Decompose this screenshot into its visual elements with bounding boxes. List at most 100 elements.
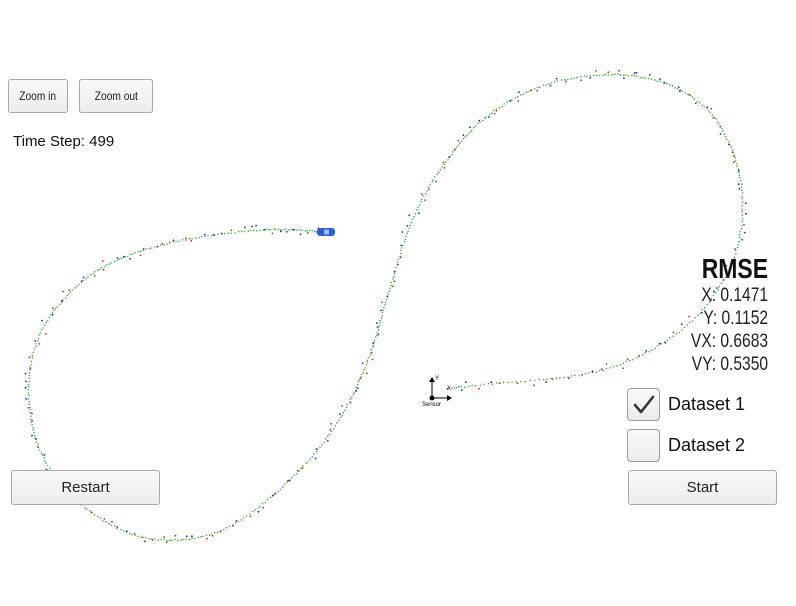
ground-truth-point <box>205 534 208 537</box>
ground-truth-point <box>364 367 367 369</box>
ground-truth-point <box>468 385 470 388</box>
ground-truth-point <box>185 239 187 241</box>
ground-truth-point <box>53 309 55 312</box>
ground-truth-point <box>607 74 610 76</box>
ground-truth-point <box>735 163 738 165</box>
lidar-measurement <box>371 352 373 354</box>
ground-truth-point <box>242 517 245 519</box>
ground-truth-point <box>341 414 344 417</box>
ground-truth-point <box>654 79 656 81</box>
radar-measurement <box>509 99 511 102</box>
restart-button[interactable]: Restart <box>11 470 160 505</box>
ground-truth-point <box>282 229 285 231</box>
ground-truth-point <box>738 174 741 176</box>
ground-truth-point <box>422 194 425 197</box>
zoom-out-button[interactable]: Zoom out <box>79 79 153 113</box>
lidar-measurement <box>211 535 214 537</box>
ground-truth-point <box>29 366 31 368</box>
start-button[interactable]: Start <box>628 470 777 505</box>
ground-truth-point <box>498 106 501 109</box>
radar-measurement <box>545 381 548 383</box>
radar-measurement <box>25 380 27 383</box>
ground-truth-point <box>479 384 482 387</box>
radar-measurement <box>191 535 193 538</box>
ground-truth-point <box>461 140 463 143</box>
ground-truth-point <box>559 377 561 379</box>
lidar-measurement <box>442 161 445 164</box>
ground-truth-point <box>567 78 569 81</box>
ground-truth-point <box>330 430 333 433</box>
ground-truth-point <box>739 179 742 182</box>
ground-truth-point <box>252 229 255 232</box>
dataset-2-checkbox[interactable] <box>627 429 660 462</box>
ground-truth-point <box>390 284 392 287</box>
ground-truth-point <box>298 470 301 473</box>
ground-truth-point <box>471 129 473 131</box>
ground-truth-point <box>240 519 243 521</box>
ground-truth-point <box>160 538 162 541</box>
ground-truth-point <box>605 367 608 370</box>
ground-truth-point <box>31 357 34 359</box>
lidar-measurement <box>734 248 736 250</box>
ground-truth-point <box>35 345 37 348</box>
ground-truth-point <box>555 377 558 380</box>
ground-truth-point <box>467 132 470 135</box>
ground-truth-point <box>223 232 226 235</box>
ground-truth-point <box>738 240 740 243</box>
ground-truth-point <box>405 235 407 238</box>
ground-truth-point <box>707 110 710 112</box>
ground-truth-point <box>269 229 272 231</box>
radar-measurement <box>663 81 666 84</box>
radar-measurement <box>490 381 493 384</box>
ground-truth-point <box>451 151 454 153</box>
ground-truth-point <box>208 534 211 536</box>
ground-truth-point <box>319 446 321 449</box>
ground-truth-point <box>309 229 311 232</box>
ground-truth-point <box>110 524 113 527</box>
ground-truth-point <box>740 183 743 185</box>
radar-measurement <box>82 276 85 279</box>
zoom-in-button[interactable]: Zoom in <box>8 79 68 113</box>
ground-truth-point <box>742 201 744 203</box>
lidar-measurement <box>190 239 193 242</box>
lidar-measurement <box>271 232 274 235</box>
ground-truth-point <box>279 488 282 491</box>
zoom-in-label: Zoom in <box>19 89 57 103</box>
ground-truth-point <box>225 526 228 529</box>
ground-truth-point <box>668 337 671 339</box>
ground-truth-point <box>245 515 248 517</box>
dataset-1-option[interactable]: Dataset 1 <box>627 388 745 421</box>
lidar-measurement <box>600 368 603 371</box>
ground-truth-point <box>564 78 566 81</box>
ground-truth-point <box>311 229 314 232</box>
ground-truth-point <box>295 472 298 475</box>
ground-truth-point <box>550 82 553 84</box>
ground-truth-point <box>650 78 653 81</box>
ground-truth-point <box>691 96 694 98</box>
ground-truth-point <box>472 126 475 129</box>
ground-truth-point <box>102 519 104 522</box>
ground-truth-point <box>522 93 525 95</box>
ground-truth-point <box>642 354 644 356</box>
lidar-measurement <box>393 280 396 283</box>
dataset-1-checkbox[interactable] <box>627 388 660 421</box>
ground-truth-point <box>88 510 91 512</box>
ground-truth-point <box>511 381 513 383</box>
ground-truth-point <box>76 285 78 288</box>
ground-truth-point <box>740 228 743 230</box>
simulator-viewport: Zoom in Zoom out Time Step: 499 RMSE X: … <box>0 0 796 606</box>
ground-truth-point <box>35 343 37 345</box>
dataset-2-option[interactable]: Dataset 2 <box>627 429 745 462</box>
ground-truth-point <box>45 321 47 324</box>
ground-truth-point <box>32 429 35 431</box>
ground-truth-point <box>404 238 407 241</box>
ground-truth-point <box>113 525 116 527</box>
ground-truth-point <box>93 514 96 516</box>
radar-measurement <box>743 231 746 234</box>
lidar-measurement <box>359 377 362 380</box>
ground-truth-point <box>306 230 309 232</box>
radar-measurement <box>648 74 651 76</box>
ground-truth-point <box>466 134 468 137</box>
ground-truth-point <box>633 75 635 77</box>
ground-truth-point <box>598 74 601 77</box>
